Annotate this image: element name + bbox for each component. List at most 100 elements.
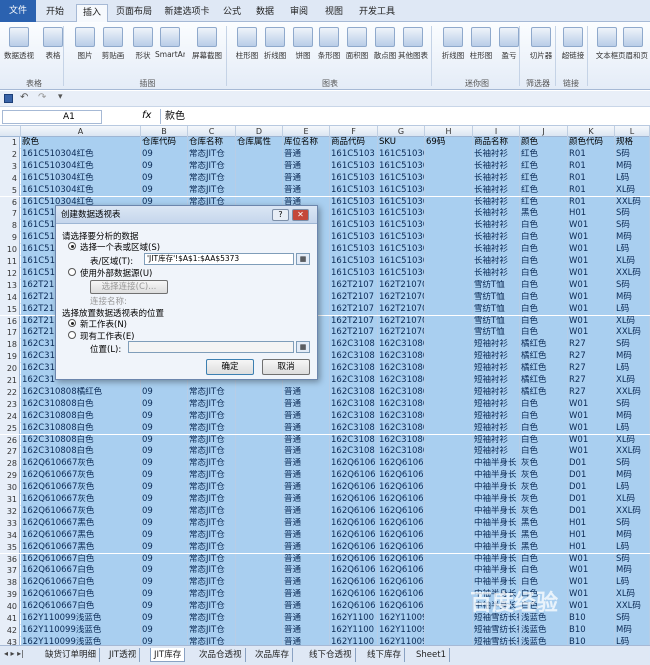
select-all-corner[interactable] — [0, 126, 21, 137]
table-cell[interactable]: 长袖衬衫 — [473, 267, 520, 280]
table-cell[interactable]: 162C310808W01L — [378, 422, 425, 435]
table-cell[interactable]: 常态JIT仓 — [188, 505, 236, 518]
table-cell[interactable]: 白色 — [520, 267, 568, 280]
table-cell[interactable]: 162Y110099B10L — [378, 636, 425, 645]
table-cell[interactable]: 中袖半身长 — [473, 505, 520, 518]
ribbon-button-10[interactable]: 条形图 — [314, 27, 344, 77]
table-cell[interactable]: 162Q610667灰色 — [21, 494, 141, 506]
table-cell[interactable]: 161C510304红色 — [21, 172, 141, 185]
table-cell[interactable]: 雪纺T恤 — [473, 279, 520, 292]
table-cell[interactable]: L码 — [615, 577, 650, 590]
table-cell[interactable]: 162Q6106 — [330, 601, 378, 613]
table-cell[interactable]: 161C5103 — [330, 220, 378, 233]
range-input[interactable]: 'JIT库存'!$A$1:$AA$5373 — [144, 253, 294, 265]
table-cell[interactable]: 白色 — [520, 565, 568, 578]
table-cell[interactable] — [236, 553, 283, 566]
table-cell[interactable] — [236, 565, 283, 578]
table-cell[interactable]: 常态JIT仓 — [188, 624, 236, 637]
table-cell[interactable]: 09 — [141, 613, 188, 625]
table-cell[interactable]: 白色 — [520, 327, 568, 340]
table-cell[interactable] — [236, 410, 283, 423]
table-cell[interactable]: 162Q610667白色 — [21, 553, 141, 566]
table-cell[interactable]: M码 — [615, 351, 650, 364]
table-cell[interactable]: 09 — [141, 422, 188, 435]
table-cell[interactable]: 162Y110099浅蓝色 — [21, 636, 141, 645]
table-cell[interactable]: 161C5103 — [330, 267, 378, 280]
table-cell[interactable]: R01 — [568, 184, 615, 197]
table-cell[interactable]: 162C310808W01XL — [378, 434, 425, 447]
table-cell[interactable]: 普通 — [283, 434, 330, 447]
table-cell[interactable]: 162Q6106 — [330, 517, 378, 530]
table-cell[interactable]: 162C310808W01S — [378, 398, 425, 411]
row-number[interactable]: 32 — [0, 505, 20, 518]
table-cell[interactable]: 162T2107 — [330, 327, 378, 340]
radio-external-source[interactable] — [68, 268, 76, 276]
table-cell[interactable]: 161C510304H01S — [378, 208, 425, 221]
sheet-tab-1[interactable]: JIT透视 — [106, 648, 141, 662]
table-cell[interactable]: XL码 — [615, 375, 650, 387]
table-cell[interactable]: 白色 — [520, 410, 568, 423]
table-cell[interactable]: W01 — [568, 327, 615, 340]
table-cell[interactable]: 161C510304W01S — [378, 220, 425, 233]
table-cell[interactable]: 白色 — [520, 422, 568, 435]
radio-new-worksheet[interactable] — [68, 319, 76, 327]
table-cell[interactable]: 雪纺T恤 — [473, 315, 520, 328]
table-cell[interactable]: 161C510304W01XXL — [378, 267, 425, 280]
row-number[interactable]: 38 — [0, 577, 20, 590]
table-cell[interactable]: 普通 — [283, 148, 330, 161]
row-number[interactable]: 22 — [0, 386, 20, 399]
table-cell[interactable]: 普通 — [283, 160, 330, 173]
table-cell[interactable]: 161C5103 — [330, 244, 378, 256]
table-cell[interactable]: 162Q6106 — [330, 505, 378, 518]
table-cell[interactable] — [425, 636, 473, 645]
table-cell[interactable] — [425, 613, 473, 625]
table-cell[interactable]: 灰色 — [520, 482, 568, 494]
header-cell[interactable]: 颜色 — [520, 137, 568, 149]
table-cell[interactable] — [425, 267, 473, 280]
row-number[interactable]: 12 — [0, 267, 20, 280]
table-cell[interactable]: 长袖衬衫 — [473, 256, 520, 268]
table-cell[interactable]: 橘红色 — [520, 351, 568, 364]
table-cell[interactable]: 常态JIT仓 — [188, 529, 236, 542]
table-cell[interactable]: M码 — [615, 624, 650, 637]
table-cell[interactable]: 162C3108 — [330, 410, 378, 423]
table-cell[interactable] — [236, 184, 283, 197]
table-cell[interactable] — [425, 398, 473, 411]
ribbon-button-15[interactable]: 柱形图 — [466, 27, 496, 77]
table-cell[interactable]: L码 — [615, 636, 650, 645]
table-cell[interactable]: W01 — [568, 577, 615, 590]
header-cell[interactable]: 款色 — [21, 137, 141, 149]
table-cell[interactable]: 白色 — [520, 315, 568, 328]
tab-0[interactable]: 文件 — [0, 0, 36, 22]
table-cell[interactable]: 162Q610667灰色 — [21, 458, 141, 471]
row-number[interactable]: 43 — [0, 636, 20, 645]
table-cell[interactable]: 162Q610667D12L — [378, 505, 425, 518]
row-number[interactable]: 31 — [0, 494, 20, 506]
table-cell[interactable]: 白色 — [520, 398, 568, 411]
table-cell[interactable]: 中袖半身长 — [473, 565, 520, 578]
table-cell[interactable]: XL码 — [615, 184, 650, 197]
column-header-J[interactable]: J — [520, 126, 568, 137]
table-cell[interactable]: R27 — [568, 363, 615, 375]
table-cell[interactable] — [236, 148, 283, 161]
table-cell[interactable]: W01 — [568, 398, 615, 411]
table-cell[interactable]: 162Q610667D10M — [378, 470, 425, 483]
table-cell[interactable]: 中袖半身长 — [473, 494, 520, 506]
table-cell[interactable]: 162C310808W01M — [378, 410, 425, 423]
table-cell[interactable]: XL码 — [615, 256, 650, 268]
table-cell[interactable]: 长袖衬衫 — [473, 244, 520, 256]
ribbon-button-4[interactable]: 形状 — [128, 27, 158, 77]
table-cell[interactable]: 中袖半身长 — [473, 458, 520, 471]
table-cell[interactable]: 162C310808白色 — [21, 422, 141, 435]
table-cell[interactable]: 普通 — [283, 398, 330, 411]
table-cell[interactable]: 常态JIT仓 — [188, 517, 236, 530]
row-number[interactable]: 18 — [0, 339, 20, 352]
ribbon-button-11[interactable]: 面积图 — [342, 27, 372, 77]
table-cell[interactable]: 162Q610667灰色 — [21, 470, 141, 483]
table-cell[interactable]: XL码 — [615, 434, 650, 447]
table-cell[interactable]: W01 — [568, 244, 615, 256]
table-cell[interactable] — [236, 577, 283, 590]
table-cell[interactable]: 常态JIT仓 — [188, 613, 236, 625]
tab-4[interactable]: 新建选项卡 — [160, 4, 214, 22]
table-cell[interactable] — [425, 160, 473, 173]
